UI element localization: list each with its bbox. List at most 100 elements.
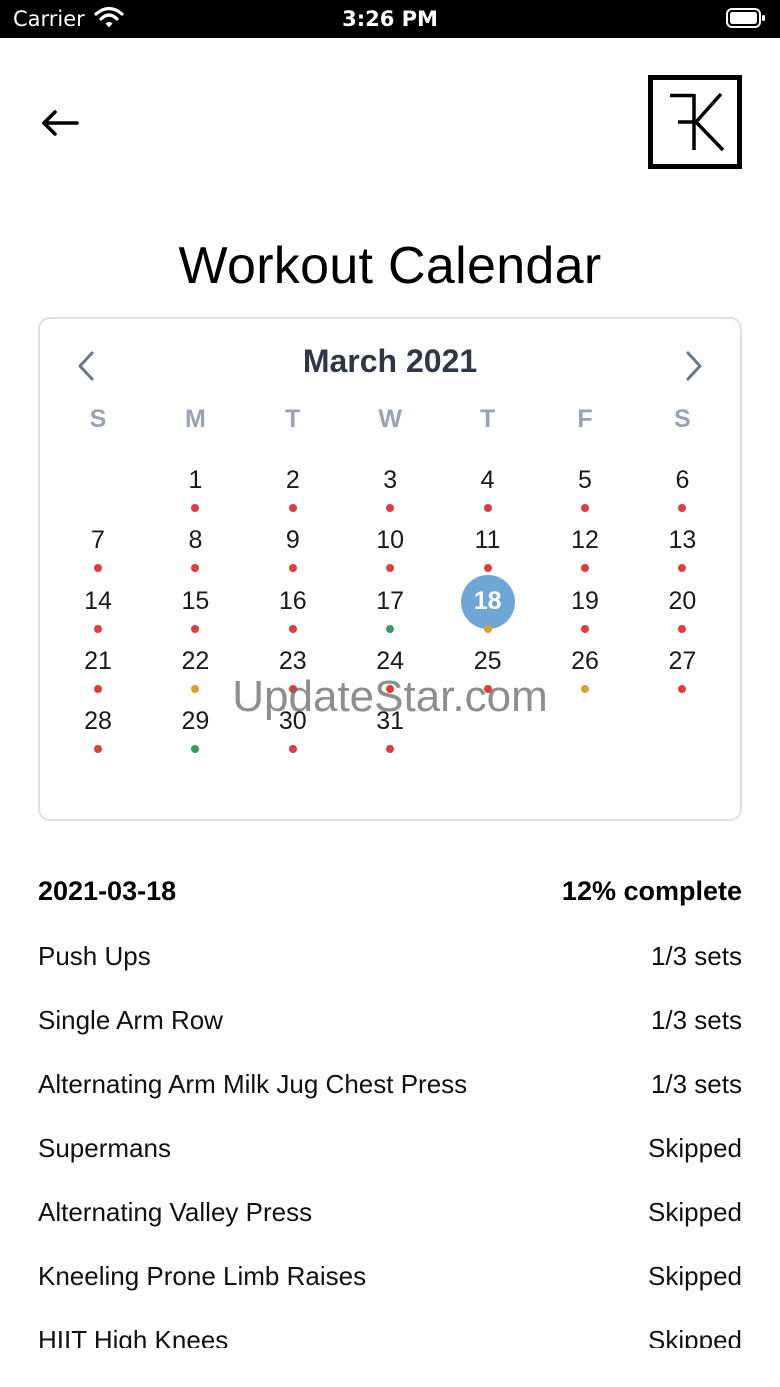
exercise-name: Kneeling Prone Limb Raises	[38, 1261, 367, 1291]
brand-logo	[648, 75, 742, 169]
calendar-day-number: 17	[376, 586, 405, 615]
calendar-day[interactable]: 27	[652, 644, 712, 702]
workout-status-dot	[581, 504, 589, 512]
battery-icon	[726, 8, 766, 28]
calendar-day-number: 18	[473, 586, 502, 615]
exercise-row[interactable]: Push Ups 1/3 sets	[38, 938, 742, 1002]
calendar-day[interactable]: 4	[458, 463, 518, 521]
weekday-label: T	[479, 405, 496, 433]
weekday-label: S	[674, 405, 691, 433]
calendar-day[interactable]: 30	[263, 704, 323, 762]
workout-status-dot	[191, 504, 200, 512]
calendar-day-number: 26	[571, 646, 599, 675]
calendar-day[interactable]: 9	[263, 523, 323, 581]
exercise-name: HIIT High Knees	[38, 1325, 229, 1348]
calendar-day-number: 21	[84, 646, 112, 675]
calendar-day-number: 6	[675, 466, 690, 494]
workout-status-dot	[288, 684, 297, 693]
calendar-day[interactable]: 22	[165, 644, 225, 702]
calendar-day[interactable]: 21	[68, 644, 128, 702]
calendar-day[interactable]: 29	[165, 704, 225, 762]
calendar-day[interactable]: 25	[458, 644, 518, 702]
exercise-row[interactable]: Supermans Skipped	[38, 1130, 742, 1194]
weekday-header: SMTWTFS	[40, 405, 740, 437]
workout-status-dot	[288, 564, 297, 573]
weekday-label: S	[89, 405, 107, 433]
calendar-day[interactable]: 3	[360, 463, 420, 521]
calendar-day[interactable]: 15	[165, 584, 225, 642]
calendar-day[interactable]: 19	[555, 584, 615, 642]
calendar-day-number: 8	[188, 526, 203, 555]
calendar-day[interactable]: 26	[555, 644, 615, 702]
calendar-day[interactable]: 20	[652, 584, 712, 642]
next-month-button[interactable]	[678, 349, 708, 383]
calendar-day[interactable]: 8	[165, 523, 225, 581]
workout-status-dot	[386, 745, 395, 754]
calendar-day-number: 24	[376, 646, 405, 675]
calendar-day[interactable]: 7	[68, 523, 128, 581]
selected-date: 2021-03-18	[38, 876, 177, 906]
calendar-day-number: 29	[181, 707, 210, 736]
exercise-row[interactable]: HIIT High Knees Skipped	[38, 1322, 742, 1348]
calendar-day[interactable]: 13	[652, 523, 712, 581]
calendar-day-number: 22	[181, 646, 210, 675]
exercise-row[interactable]: Alternating Arm Milk Jug Chest Press 1/3 …	[38, 1066, 742, 1130]
weekday-label: M	[184, 405, 206, 433]
calendar-day[interactable]: 11	[458, 523, 518, 581]
workout-status-dot	[386, 504, 395, 512]
calendar-day[interactable]: 17	[360, 584, 420, 642]
calendar-day-number: 15	[181, 586, 210, 615]
calendar-day-number: 16	[278, 586, 307, 615]
calendar-day-number: 20	[668, 586, 697, 615]
workout-status-dot	[678, 504, 687, 512]
calendar-day[interactable]: 24	[360, 644, 420, 702]
exercise-status: Skipped	[648, 1133, 742, 1163]
calendar-day-number: 28	[84, 707, 112, 736]
calendar-day[interactable]: 12	[555, 523, 615, 581]
workout-status-dot	[288, 745, 297, 754]
exercise-row[interactable]: Kneeling Prone Limb Raises Skipped	[38, 1258, 742, 1322]
exercise-status: 1/3 sets	[650, 1005, 742, 1035]
calendar-day[interactable]: 5	[555, 463, 615, 521]
calendar-day-number: 19	[571, 586, 599, 615]
workout-status-dot	[288, 624, 297, 633]
calendar-day-number: 10	[376, 526, 405, 555]
calendar-day-number: 7	[91, 526, 105, 555]
calendar-day[interactable]: 16	[263, 584, 323, 642]
exercise-name: Push Ups	[38, 941, 151, 971]
calendar-day-number: 31	[376, 707, 405, 736]
calendar-day[interactable]: 18	[458, 574, 518, 642]
calendar-day[interactable]: 14	[68, 584, 128, 642]
exercise-status: Skipped	[648, 1261, 742, 1291]
exercise-row[interactable]: Single Arm Row 1/3 sets	[38, 1002, 742, 1066]
back-button[interactable]	[40, 104, 82, 142]
exercise-status: Skipped	[648, 1325, 742, 1348]
workout-status-dot	[191, 564, 200, 573]
calendar-day-number: 23	[278, 646, 307, 675]
calendar-day[interactable]: 1	[165, 463, 225, 521]
calendar-day[interactable]: 10	[360, 523, 420, 581]
workout-status-dot	[191, 684, 200, 693]
workout-status-dot	[386, 564, 395, 573]
calendar-day-number: 13	[668, 526, 697, 555]
workout-status-dot	[581, 564, 589, 573]
workout-status-dot	[483, 564, 492, 573]
workout-status-dot	[386, 684, 395, 693]
calendar-day[interactable]: 2	[263, 463, 323, 521]
exercise-name: Supermans	[38, 1133, 171, 1163]
workout-status-dot	[483, 684, 492, 693]
calendar-day-number: 5	[578, 466, 592, 494]
exercise-list: Push Ups 1/3 sets Single Arm Row 1/3 sets Al…	[38, 938, 742, 1348]
calendar-day[interactable]: 31	[360, 704, 420, 762]
workout-status-dot	[386, 624, 395, 633]
status-bar: Carrier 3:26 PM	[0, 0, 780, 38]
weekday-label: F	[577, 405, 593, 433]
calendar-day[interactable]: 6	[652, 463, 712, 521]
workout-status-dot	[581, 624, 589, 633]
calendar-day[interactable]: 28	[68, 704, 128, 762]
calendar-day-number: 30	[278, 707, 307, 736]
exercise-status: 1/3 sets	[650, 941, 742, 971]
calendar-day[interactable]: 23	[263, 644, 323, 702]
exercise-row[interactable]: Alternating Valley Press Skipped	[38, 1194, 742, 1258]
exercise-name: Alternating Arm Milk Jug Chest Press	[38, 1069, 468, 1099]
